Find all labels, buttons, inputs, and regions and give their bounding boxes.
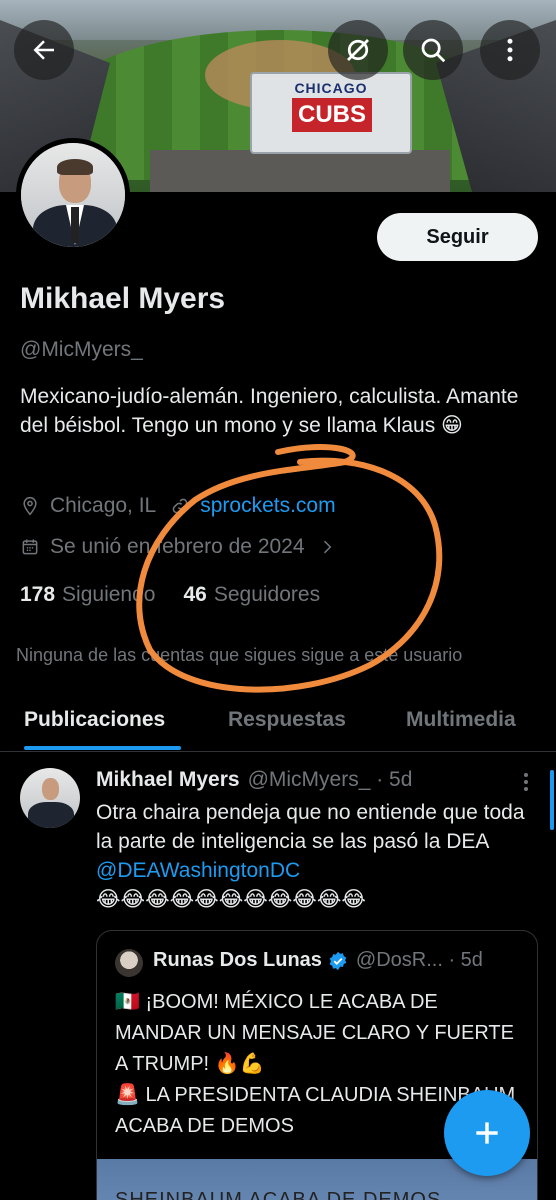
chevron-right-icon [323,540,331,554]
following-link[interactable]: 178 Siguiendo [20,583,155,607]
profile-tabs: Publicaciones Respuestas Multimedia [0,690,556,752]
follow-button[interactable]: Seguir [377,213,538,261]
profile-bio: Mexicano-judío-alemán. Ingeniero, calcul… [20,385,519,437]
post-emojis: 😂😂😂😂😂😂😂😂😂😂😂 [96,888,366,911]
arrow-left-icon [33,40,54,60]
scrollbar[interactable] [550,770,554,830]
scoreboard-logo: CUBS [292,98,372,132]
post-text: Otra chaira pendeja que no entiende que … [96,798,544,914]
post-author-name[interactable]: Mikhael Myers [96,768,240,792]
quoted-line-1: 🇲🇽 ¡BOOM! MÉXICO LE ACABA DE MANDAR UN M… [115,991,514,1075]
tab-respuestas[interactable]: Respuestas [228,708,346,732]
followers-label: Seguidores [213,583,321,606]
search-button[interactable] [403,20,463,80]
quoted-media-text: SHEINBAUM ACABA DE DEMOS [115,1189,442,1200]
plus-icon [476,1122,498,1144]
quoted-author-avatar [115,949,143,977]
back-button[interactable] [14,20,74,80]
joined-text: Se unió en febrero de 2024 [50,535,305,558]
quoted-author-name: Runas Dos Lunas [153,949,322,971]
more-button[interactable] [480,20,540,80]
profile-handle: @MicMyers_ [20,338,143,361]
joined-row[interactable]: Se unió en febrero de 2024 [20,535,337,559]
verified-badge-icon [329,951,347,970]
post-meta: @MicMyers_ · 5d [247,768,413,791]
banner-scoreboard: CHICAGO CUBS [250,72,412,154]
followers-count: 46 [183,583,207,606]
compose-button[interactable] [444,1090,530,1176]
quoted-post-meta: @DosR... · 5d [355,949,483,971]
followers-link[interactable]: 46 Seguidores [183,583,320,607]
profile-stats: 178 Siguiendo 46 Seguidores [20,583,348,607]
post-author-avatar[interactable] [20,768,80,828]
post-more-icon[interactable] [516,770,536,794]
profile-avatar[interactable] [16,138,130,252]
post-mention[interactable]: @DEAWashingtonDC [96,859,300,882]
tab-multimedia[interactable]: Multimedia [406,708,516,732]
grok-button[interactable] [328,20,388,80]
website-link[interactable]: sprockets.com [200,494,335,518]
active-tab-indicator [24,746,181,750]
followers-you-know-note: Ninguna de las cuentas que sigues sigue … [16,645,463,665]
post-header: Mikhael Myers @MicMyers_ · 5d [96,768,412,792]
calendar-icon [22,539,38,555]
following-count: 178 [20,583,56,606]
quoted-post-header: Runas Dos Lunas @DosR... · 5d [153,949,483,972]
tab-publicaciones[interactable]: Publicaciones [24,708,165,732]
following-label: Siguiendo [62,583,156,606]
link-icon [172,498,188,514]
scoreboard-title: CHICAGO [294,80,368,96]
search-icon [421,38,446,63]
post-text-body: Otra chaira pendeja que no entiende que … [96,801,525,853]
more-vertical-icon [507,38,513,62]
location-text: Chicago, IL [50,494,157,517]
location-pin-icon [23,496,37,516]
banner-deck [150,150,450,192]
grok-icon [347,39,369,61]
profile-name: Mikhael Myers [20,282,226,315]
location-row: Chicago, IL sprockets.com [20,494,336,518]
